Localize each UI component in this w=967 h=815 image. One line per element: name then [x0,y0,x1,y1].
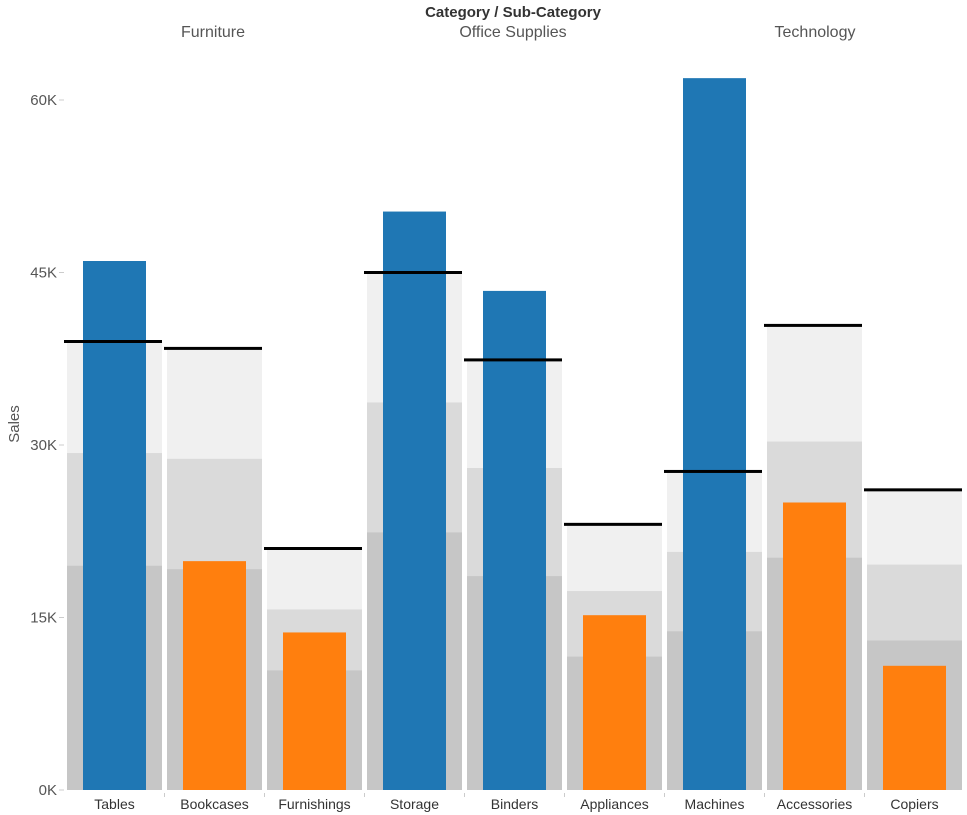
bullet-bookcases [164,346,262,790]
category-header-technology: Technology [775,24,856,41]
sales-bar[interactable] [383,211,446,791]
target-line [764,323,862,327]
bullet-chart: Category / Sub-Category Furniture Office… [6,4,962,812]
target-line [64,340,162,343]
bullet-binders [464,290,562,790]
sales-bar[interactable] [283,632,346,790]
plot-area [64,78,962,791]
bullet-storage [364,211,462,791]
sales-bar[interactable] [783,502,846,791]
sales-bar[interactable] [183,561,246,790]
bullet-accessories [764,323,862,791]
x-tick-label: Copiers [890,796,938,812]
x-tick-label: Accessories [777,796,852,812]
x-axis: Tables Bookcases Furnishings Storage Binders… [94,793,939,812]
target-line [264,547,362,550]
bullet-tables [64,261,162,790]
y-tick-label: 30K [30,437,57,454]
x-tick-label: Binders [491,796,538,812]
target-line [664,469,762,473]
y-axis: 0K 15K 30K 45K 60K [30,92,64,799]
sales-bar[interactable] [883,665,946,790]
bullet-appliances [564,522,662,790]
category-headers: Furniture Office Supplies Technology [181,24,855,41]
category-header-office-supplies: Office Supplies [459,24,566,41]
bullet-copiers [864,488,962,790]
sales-bar[interactable] [683,78,746,790]
x-tick-label: Appliances [580,796,649,812]
y-tick-label: 60K [30,92,57,109]
y-tick-label: 0K [39,782,57,799]
y-tick-label: 45K [30,265,57,282]
bullet-furnishings [264,547,362,790]
y-axis-label: Sales [6,405,23,443]
target-line [864,488,962,492]
target-line [564,522,662,526]
category-header-furniture: Furniture [181,24,245,41]
x-tick-label: Tables [94,796,134,812]
chart-title: Category / Sub-Category [425,4,602,21]
y-tick-label: 15K [30,610,57,627]
target-line [364,271,462,274]
x-tick-label: Furnishings [278,796,350,812]
sales-bar[interactable] [483,290,546,790]
x-tick-label: Machines [685,796,745,812]
sales-bar[interactable] [583,615,646,790]
x-tick-label: Bookcases [180,796,248,812]
x-tick-label: Storage [390,796,439,812]
bullet-machines [664,78,762,790]
target-line [164,346,262,350]
target-line [464,358,562,362]
